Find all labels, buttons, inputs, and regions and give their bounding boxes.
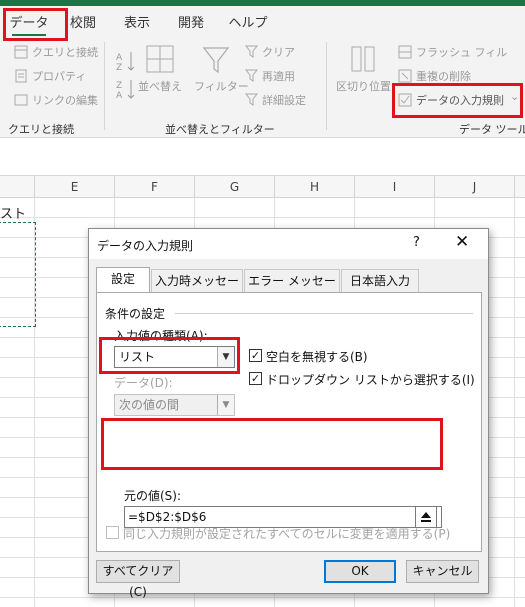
filter-label: フィルター — [194, 80, 249, 93]
section-title: 条件の設定 — [105, 307, 166, 321]
text-to-columns-label: 区切り位置 — [336, 80, 391, 93]
svg-text:A: A — [116, 91, 123, 100]
close-icon[interactable]: ✕ — [455, 232, 469, 252]
tab-help[interactable]: ヘルプ — [224, 12, 272, 36]
ribbon-tab-row: データ 校閲 表示 開発 ヘルプ — [0, 6, 525, 36]
svg-text:Z: Z — [116, 63, 122, 72]
column-header-f[interactable]: F — [115, 176, 195, 198]
column-header-partial — [0, 176, 35, 198]
ignore-blank-label: 空白を無視する(B) — [266, 350, 368, 364]
apply-all-checkbox — [106, 526, 119, 539]
section-divider — [175, 313, 473, 314]
edit-links-label: リンクの編集 — [32, 94, 98, 107]
clear-filter-icon — [245, 45, 259, 58]
reapply-icon — [245, 69, 259, 82]
remove-duplicates-icon — [398, 69, 412, 83]
advanced-filter-icon — [245, 93, 259, 106]
dialog-title: データの入力規則 — [97, 239, 194, 253]
sort-za-icon[interactable]: ZA — [115, 78, 137, 100]
tab-ime-mode[interactable]: 日本語入力 — [341, 269, 419, 293]
column-header-j[interactable]: J — [435, 176, 515, 198]
data-operator-select: 次の値の間 ▼ — [114, 394, 235, 416]
chevron-down-icon: ▼ — [217, 395, 234, 415]
queries-icon — [14, 45, 28, 59]
sort-label: 並べ替え — [138, 80, 182, 93]
data-validation-dialog: データの入力規則 ? ✕ 設定 入力時メッセージ エラー メッセージ 日本語入力… — [88, 228, 489, 599]
highlight-source-input — [101, 418, 443, 470]
help-icon[interactable]: ? — [413, 235, 420, 250]
in-cell-dropdown-checkbox[interactable]: ✓ — [249, 372, 262, 385]
formula-bar-area — [0, 138, 525, 176]
column-header-i[interactable]: I — [355, 176, 435, 198]
ok-button[interactable]: OK — [324, 560, 396, 583]
queries-connections-label: クエリと接続 — [32, 46, 98, 59]
cancel-button[interactable]: キャンセル — [406, 560, 479, 583]
data-tools-group-name: データ ツール — [459, 123, 525, 136]
sort-az-icon[interactable]: AZ — [115, 50, 137, 72]
ignore-blank-checkbox[interactable]: ✓ — [249, 349, 262, 362]
cell-text: スト — [0, 207, 27, 222]
column-header-e[interactable]: E — [35, 176, 115, 198]
sort-icon — [146, 45, 174, 73]
text-to-columns-icon — [351, 46, 375, 72]
remove-duplicates-label: 重複の削除 — [416, 70, 471, 83]
apply-all-label: 同じ入力規則が設定されたすべてのセルに変更を適用する(P) — [123, 527, 451, 541]
flash-fill-icon — [398, 45, 412, 59]
column-header-g[interactable]: G — [195, 176, 275, 198]
tab-review[interactable]: 校閲 — [62, 12, 104, 36]
data-operator-value: 次の値の間 — [119, 398, 180, 412]
filter-icon — [202, 47, 230, 74]
reapply-label: 再適用 — [262, 70, 295, 83]
copy-marquee — [0, 222, 36, 327]
edit-links-icon — [14, 94, 28, 106]
tab-settings[interactable]: 設定 — [96, 267, 150, 293]
highlight-allow-select — [99, 337, 240, 374]
tab-developer[interactable]: 開発 — [170, 12, 212, 36]
dialog-title-bar[interactable]: データの入力規則 ? ✕ — [89, 229, 488, 259]
properties-label: プロパティ — [32, 70, 87, 83]
clear-all-button[interactable]: すべてクリア(C) — [96, 560, 180, 599]
tab-view[interactable]: 表示 — [116, 12, 158, 36]
group-separator — [104, 42, 105, 130]
highlight-data-tab — [3, 8, 68, 41]
in-cell-dropdown-label: ドロップダウン リストから選択する(I) — [266, 373, 475, 387]
column-header-h[interactable]: H — [275, 176, 355, 198]
properties-icon — [15, 69, 27, 83]
group-separator — [326, 42, 327, 130]
collapse-dialog-icon — [421, 512, 431, 522]
svg-text:A: A — [116, 53, 123, 63]
svg-text:Z: Z — [116, 81, 122, 91]
flash-fill-label: フラッシュ フィル — [416, 46, 508, 59]
highlight-data-validation — [392, 83, 523, 118]
tab-error-alert[interactable]: エラー メッセージ — [244, 269, 340, 310]
column-header-row: E F G H I J — [0, 176, 525, 198]
queries-group-name: クエリと接続 — [8, 123, 74, 136]
clear-label: クリア — [262, 46, 295, 59]
tab-input-message[interactable]: 入力時メッセージ — [151, 269, 243, 310]
data-operator-label: データ(D): — [114, 376, 173, 390]
source-label: 元の値(S): — [124, 489, 182, 503]
sort-filter-group-name: 並べ替えとフィルター — [165, 123, 275, 136]
advanced-label: 詳細設定 — [262, 94, 306, 107]
